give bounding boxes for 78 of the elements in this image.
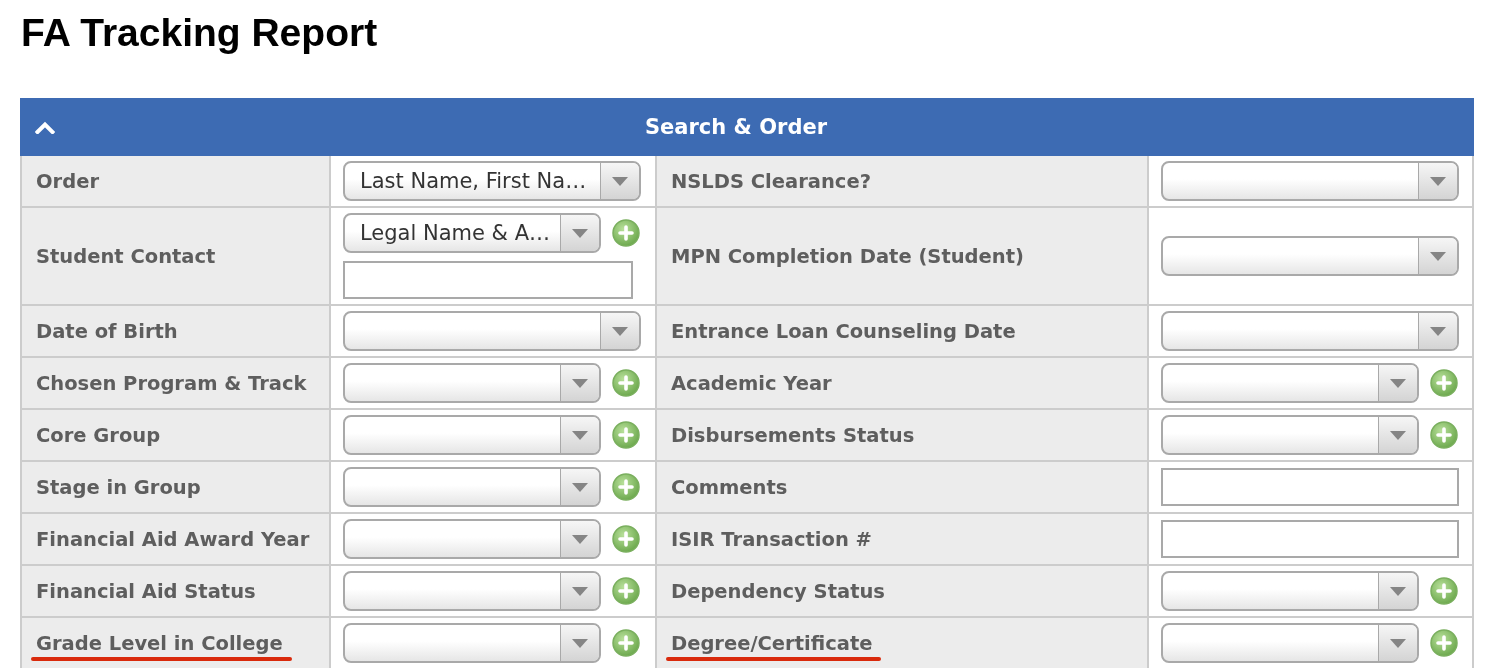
select-dropdown[interactable] <box>343 623 601 663</box>
caret-icon <box>1390 638 1406 648</box>
select-dropdown[interactable] <box>1161 236 1459 276</box>
field-label: NSLDS Clearance? <box>671 169 871 193</box>
field-label: Student Contact <box>36 244 216 268</box>
caret-icon <box>572 534 588 544</box>
add-button[interactable] <box>1430 421 1458 449</box>
select-dropdown[interactable] <box>343 415 601 455</box>
select-dropdown[interactable] <box>1161 623 1419 663</box>
plus-icon <box>612 629 640 657</box>
plus-icon <box>612 219 640 247</box>
field-label: Comments <box>671 475 788 499</box>
caret-icon <box>572 228 588 238</box>
add-button[interactable] <box>612 369 640 397</box>
caret-icon <box>1430 176 1446 186</box>
field-label: Dependency Status <box>671 579 885 603</box>
select-dropdown[interactable]: Legal Name & A… <box>343 213 601 253</box>
plus-icon <box>1430 421 1458 449</box>
field-label: Financial Aid Status <box>36 579 256 603</box>
text-field[interactable] <box>1161 520 1459 558</box>
select-dropdown[interactable] <box>343 571 601 611</box>
add-button[interactable] <box>1430 577 1458 605</box>
select-dropdown[interactable]: Last Name, First Na… <box>343 161 641 201</box>
caret-icon <box>612 326 628 336</box>
caret-icon <box>1390 430 1406 440</box>
plus-icon <box>612 577 640 605</box>
page-title: FA Tracking Report <box>20 10 378 55</box>
add-button[interactable] <box>1430 369 1458 397</box>
text-field[interactable] <box>1161 468 1459 506</box>
caret-icon <box>1430 326 1446 336</box>
plus-icon <box>1430 629 1458 657</box>
field-label: Academic Year <box>671 371 832 395</box>
plus-icon <box>1430 369 1458 397</box>
select-dropdown[interactable] <box>1161 161 1459 201</box>
add-button[interactable] <box>612 421 640 449</box>
field-label: Chosen Program & Track <box>36 371 307 395</box>
field-label: Grade Level in College <box>36 631 283 655</box>
plus-icon <box>612 421 640 449</box>
select-dropdown[interactable] <box>343 467 601 507</box>
plus-icon <box>612 369 640 397</box>
caret-icon <box>572 378 588 388</box>
caret-icon <box>1390 378 1406 388</box>
select-dropdown[interactable] <box>1161 571 1419 611</box>
plus-icon <box>612 473 640 501</box>
chevron-up-icon[interactable] <box>35 120 55 134</box>
caret-icon <box>572 586 588 596</box>
add-button[interactable] <box>612 525 640 553</box>
add-button[interactable] <box>612 219 640 247</box>
field-label: ISIR Transaction # <box>671 527 872 551</box>
caret-icon <box>572 638 588 648</box>
field-label: Order <box>36 169 99 193</box>
panel-title: Search & Order <box>643 115 829 139</box>
select-dropdown[interactable] <box>1161 311 1459 351</box>
select-dropdown[interactable] <box>343 363 601 403</box>
field-label: Disbursements Status <box>671 423 915 447</box>
add-button[interactable] <box>1430 629 1458 657</box>
caret-icon <box>572 482 588 492</box>
field-label: Date of Birth <box>36 319 178 343</box>
field-label: Financial Aid Award Year <box>36 527 310 551</box>
field-label: Stage in Group <box>36 475 201 499</box>
select-dropdown[interactable] <box>343 519 601 559</box>
select-dropdown[interactable] <box>1161 415 1419 455</box>
field-label: Entrance Loan Counseling Date <box>671 319 1016 343</box>
plus-icon <box>612 525 640 553</box>
add-button[interactable] <box>612 629 640 657</box>
caret-icon <box>1390 586 1406 596</box>
caret-icon <box>572 430 588 440</box>
select-dropdown[interactable] <box>343 311 641 351</box>
caret-icon <box>1430 251 1446 261</box>
plus-icon <box>1430 577 1458 605</box>
add-button[interactable] <box>612 473 640 501</box>
field-label: MPN Completion Date (Student) <box>671 244 1024 268</box>
select-dropdown[interactable] <box>1161 363 1419 403</box>
field-label: Degree/Certificate <box>671 631 873 655</box>
field-label: Core Group <box>36 423 161 447</box>
add-button[interactable] <box>612 577 640 605</box>
caret-icon <box>612 176 628 186</box>
text-field[interactable] <box>343 261 633 299</box>
